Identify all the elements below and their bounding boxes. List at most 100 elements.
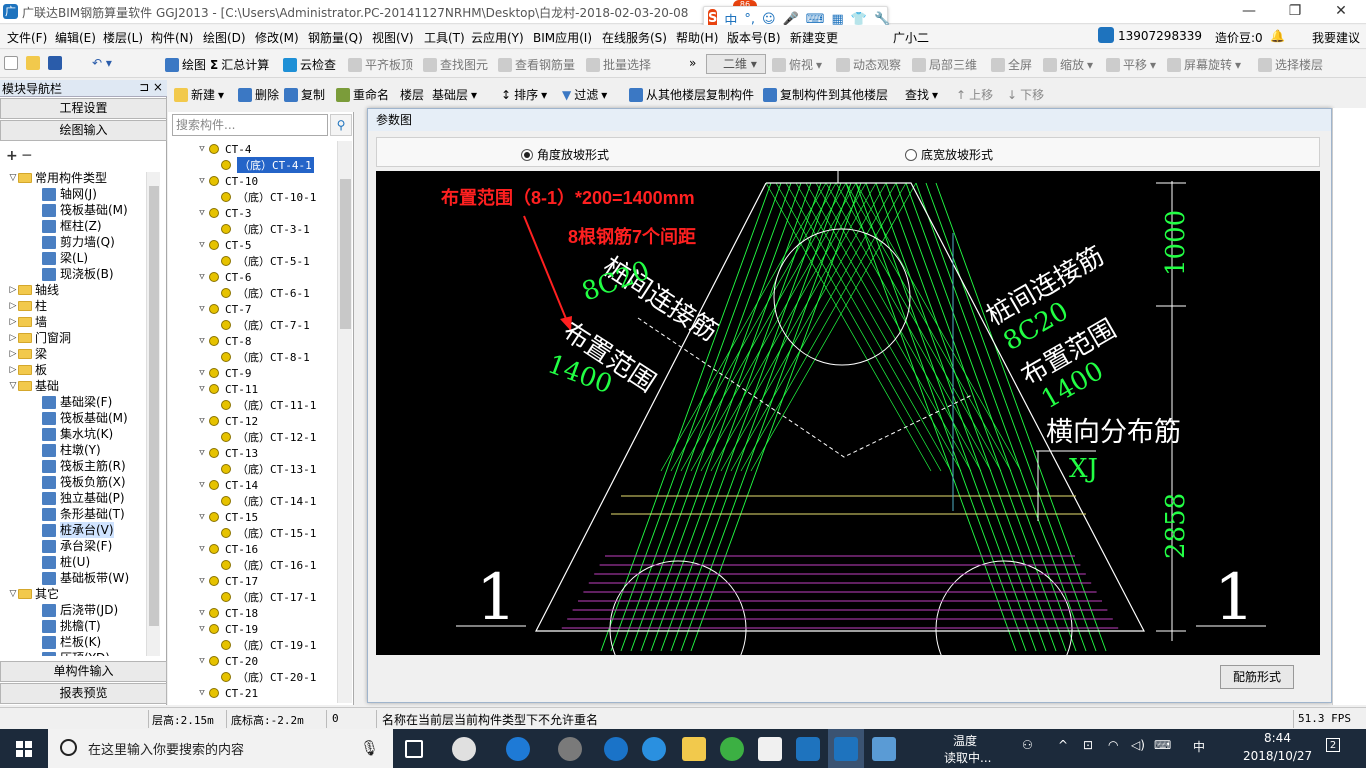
clock-time[interactable]: 8:44 [1264, 731, 1291, 745]
menu-floor[interactable]: 楼层(L) [103, 29, 143, 46]
floor-select[interactable]: 基础层 ▾ [432, 86, 477, 103]
ime-indicator[interactable]: 中 [1193, 738, 1205, 755]
edge-icon[interactable] [604, 737, 628, 761]
expand-toggle-icon[interactable]: ▽ [195, 208, 209, 218]
nav-tree-item[interactable]: 筏板基础(M) [8, 410, 148, 426]
people-icon[interactable]: ⚇ [1022, 738, 1033, 752]
new-component-button[interactable]: 新建 ▾ [174, 86, 224, 103]
expand-toggle-icon[interactable]: ▽ [8, 586, 18, 602]
batch-select-button[interactable]: 批量选择 [586, 56, 651, 73]
expand-toggle-icon[interactable]: ▷ [8, 282, 18, 298]
width-slope-radio[interactable]: 底宽放坡形式 [905, 146, 993, 163]
close-button[interactable]: ✕ [1318, 0, 1364, 24]
pin-close-icon[interactable]: ⊐ × [139, 80, 163, 94]
nav-tree-item[interactable]: 桩承台(V) [8, 522, 148, 538]
glodon-g-icon[interactable] [796, 737, 820, 761]
component-group-row[interactable]: ▽ CT-7 [195, 301, 335, 317]
component-group-row[interactable]: ▽ CT-11 [195, 381, 335, 397]
component-group-row[interactable]: ▽ CT-16 [195, 541, 335, 557]
copy-button[interactable]: 复制 [284, 86, 325, 103]
component-group-row[interactable]: ▽ CT-18 [195, 605, 335, 621]
expand-toggle-icon[interactable]: ▽ [195, 448, 209, 458]
report-preview-button[interactable]: 报表预览 [0, 683, 167, 704]
start-button[interactable] [0, 729, 48, 768]
menu-online[interactable]: 在线服务(S) [602, 29, 667, 46]
nav-tree-item[interactable]: ▷ 板 [8, 362, 148, 378]
component-group-row[interactable]: ▽ CT-10 [195, 173, 335, 189]
rename-button[interactable]: 重命名 [336, 86, 389, 103]
open-file-icon[interactable] [26, 56, 40, 70]
filter-button[interactable]: ▼ 过滤 ▾ [562, 86, 607, 103]
expand-toggle-icon[interactable]: ▽ [195, 480, 209, 490]
pan-button[interactable]: 平移 ▾ [1106, 56, 1156, 73]
undo-icon[interactable]: ↶ ▾ [92, 56, 112, 70]
component-row[interactable]: （底）CT-15-1 [195, 525, 335, 541]
nav-tree-item[interactable]: 承台梁(F) [8, 538, 148, 554]
ie-icon[interactable] [642, 737, 666, 761]
fan-app-icon[interactable] [452, 737, 476, 761]
component-row[interactable]: （底）CT-11-1 [195, 397, 335, 413]
nav-tree-item[interactable]: ▷ 梁 [8, 346, 148, 362]
menu-view[interactable]: 视图(V) [372, 29, 414, 46]
nav-tree-item[interactable]: 筏板基础(M) [8, 202, 148, 218]
minimize-button[interactable]: — [1226, 0, 1272, 24]
network-icon[interactable]: ⊡ [1083, 738, 1093, 752]
view-mode-combo[interactable]: 二维 ▾ [706, 54, 766, 74]
component-group-row[interactable]: ▽ CT-12 [195, 413, 335, 429]
briefcase-app-icon[interactable] [872, 737, 896, 761]
copy-from-floor-button[interactable]: 从其他楼层复制构件 [629, 86, 754, 103]
component-group-row[interactable]: ▽ CT-5 [195, 237, 335, 253]
nav-tree-item[interactable]: ▷ 柱 [8, 298, 148, 314]
nav-tree-item[interactable]: 梁(L) [8, 250, 148, 266]
menu-cloud[interactable]: 云应用(Y) [471, 29, 524, 46]
nav-tree-item[interactable]: 压顶(YD) [8, 650, 148, 656]
find-button[interactable]: 查找 ▾ [905, 86, 938, 103]
component-row[interactable]: （底）CT-5-1 [195, 253, 335, 269]
nav-tree-item[interactable]: 剪力墙(Q) [8, 234, 148, 250]
component-group-row[interactable]: ▽ CT-17 [195, 573, 335, 589]
expand-toggle-icon[interactable]: ▷ [8, 314, 18, 330]
suggest-link[interactable]: 我要建议 [1312, 29, 1360, 46]
component-row[interactable]: （底）CT-8-1 [195, 349, 335, 365]
menu-draw[interactable]: 绘图(D) [203, 29, 246, 46]
account-phone[interactable]: 13907298339 [1118, 29, 1202, 43]
notification-icon[interactable]: 2 [1326, 738, 1340, 752]
component-group-row[interactable]: ▽ CT-20 [195, 653, 335, 669]
angle-slope-radio[interactable]: 角度放坡形式 [521, 146, 609, 163]
orbit-button[interactable]: 动态观察 [836, 56, 901, 73]
component-group-row[interactable]: ▽ CT-4 [195, 141, 335, 157]
component-row[interactable]: （底）CT-20-1 [195, 669, 335, 685]
expand-toggle-icon[interactable]: ▽ [195, 240, 209, 250]
expand-toggle-icon[interactable]: ▷ [8, 298, 18, 314]
nav-tree-item[interactable]: 后浇带(JD) [8, 602, 148, 618]
menu-new-change[interactable]: 新建变更 [790, 29, 838, 46]
component-group-row[interactable]: ▽ CT-19 [195, 621, 335, 637]
project-settings-button[interactable]: 工程设置 [0, 98, 167, 119]
component-group-row[interactable]: ▽ CT-8 [195, 333, 335, 349]
expand-toggle-icon[interactable]: ▽ [195, 512, 209, 522]
component-group-row[interactable]: ▽ CT-14 [195, 477, 335, 493]
delete-button[interactable]: 删除 [238, 86, 279, 103]
wifi-icon[interactable]: ◠ [1108, 738, 1118, 752]
nav-tree-item[interactable]: 柱墩(Y) [8, 442, 148, 458]
expand-toggle-icon[interactable]: ▽ [195, 608, 209, 618]
expand-toggle-icon[interactable]: ▷ [8, 330, 18, 346]
nav-tree-scrollbar[interactable] [146, 172, 160, 656]
ggj-app-icon[interactable] [834, 737, 858, 761]
nav-tree-item[interactable]: ▽ 常用构件类型 [8, 170, 148, 186]
component-search-input[interactable]: 搜索构件... [172, 114, 328, 136]
nav-tree-item[interactable]: 挑檐(T) [8, 618, 148, 634]
menu-guangxiaoer[interactable]: 广小二 [893, 29, 929, 46]
expand-toggle-icon[interactable]: ▽ [195, 384, 209, 394]
local-3d-button[interactable]: 局部三维 [912, 56, 977, 73]
draw-input-button[interactable]: 绘图输入 [0, 120, 167, 141]
menu-edit[interactable]: 编辑(E) [55, 29, 96, 46]
nav-tree-item[interactable]: 筏板主筋(R) [8, 458, 148, 474]
move-down-button[interactable]: ↓ 下移 [1007, 86, 1044, 103]
component-row[interactable]: （底）CT-14-1 [195, 493, 335, 509]
align-slab-top-button[interactable]: 平齐板顶 [348, 56, 413, 73]
component-group-row[interactable]: ▽ CT-13 [195, 445, 335, 461]
new-file-icon[interactable] [4, 56, 18, 70]
expand-toggle-icon[interactable]: ▽ [195, 688, 209, 698]
expand-toggle-icon[interactable]: ▷ [8, 362, 18, 378]
